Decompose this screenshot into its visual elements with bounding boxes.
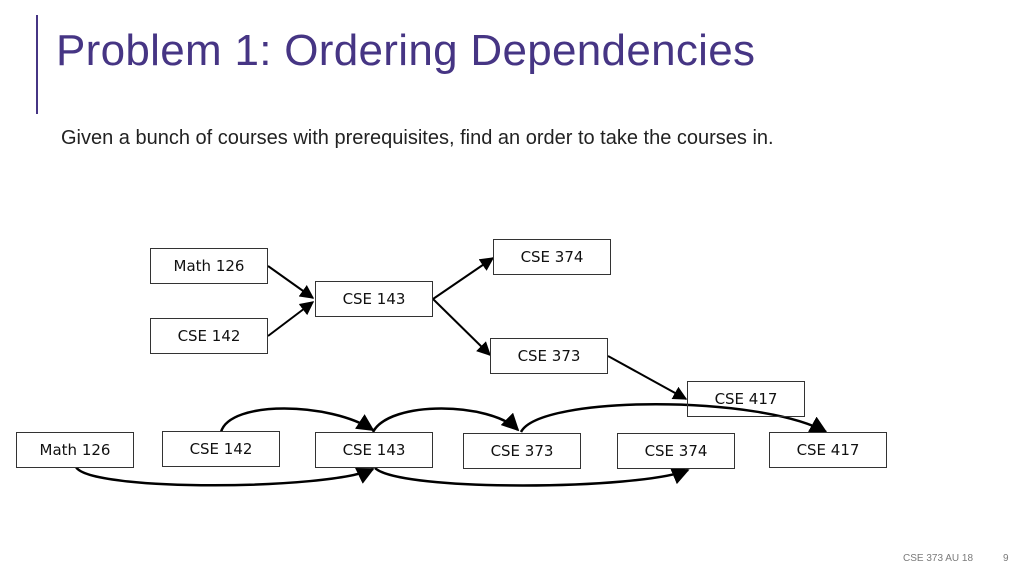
order-node-1: Math 126 xyxy=(16,432,134,468)
arc-cse143-cse373 xyxy=(371,407,520,433)
order-node-2: CSE 142 xyxy=(162,431,280,467)
footer-page-number: 9 xyxy=(1003,553,1009,564)
graph-node-cse417: CSE 417 xyxy=(687,381,805,417)
graph-node-cse142: CSE 142 xyxy=(150,318,268,354)
graph-node-cse374: CSE 374 xyxy=(493,239,611,275)
order-node-6: CSE 417 xyxy=(769,432,887,468)
arc-cse142-cse143 xyxy=(219,407,375,433)
order-node-4: CSE 373 xyxy=(463,433,581,469)
footer-course: CSE 373 AU 18 xyxy=(903,553,974,564)
graph-node-math126: Math 126 xyxy=(150,248,268,284)
arc-math126-cse143 xyxy=(74,466,375,487)
edge-math126-cse143 xyxy=(267,265,315,299)
edge-cse143-cse373 xyxy=(432,298,491,356)
edges-layer xyxy=(74,257,828,487)
edge-cse143-cse374 xyxy=(432,257,495,300)
graph-node-cse373: CSE 373 xyxy=(490,338,608,374)
edge-cse373-cse417 xyxy=(607,355,688,400)
graph-node-cse143: CSE 143 xyxy=(315,281,433,317)
edge-cse142-cse143 xyxy=(267,301,315,337)
order-node-5: CSE 374 xyxy=(617,433,735,469)
arc-cse143-cse374 xyxy=(374,467,690,487)
order-node-3: CSE 143 xyxy=(315,432,433,468)
